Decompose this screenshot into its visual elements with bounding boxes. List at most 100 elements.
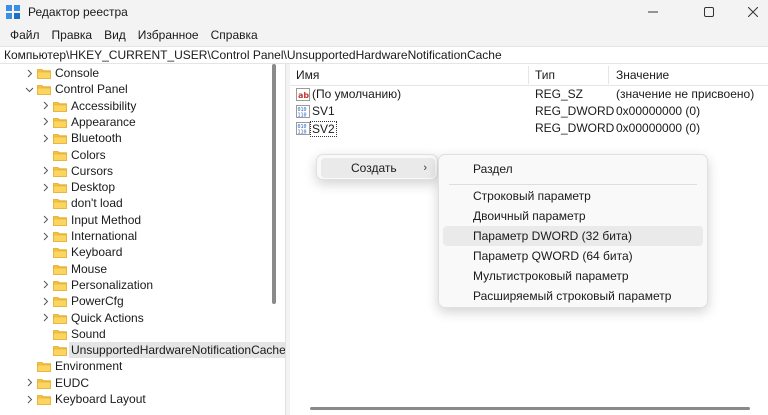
tree-item[interactable]: Cursors [0, 163, 285, 179]
chevron-right-icon[interactable] [40, 182, 50, 192]
tree-item-label: don't load [71, 196, 123, 211]
value-row[interactable]: ab (По умолчанию) REG_SZ (значение не пр… [290, 86, 768, 103]
tree-item[interactable]: Quick Actions [0, 310, 285, 326]
chevron-right-icon: › [423, 162, 427, 174]
tree-item[interactable]: don't load [0, 195, 285, 211]
tree-item[interactable]: Sound [0, 326, 285, 342]
tree-item[interactable]: Desktop [0, 179, 285, 195]
folder-icon [53, 297, 67, 308]
menu-help[interactable]: Справка [205, 24, 264, 46]
folder-icon [37, 378, 51, 389]
tree-item-label: UnsupportedHardwareNotificationCache [69, 342, 285, 359]
folder-icon [37, 395, 51, 405]
maximize-icon [704, 7, 714, 17]
menu-view[interactable]: Вид [98, 24, 132, 46]
submenu-item-binary-value[interactable]: Двоичный параметр [443, 206, 703, 226]
window-title: Редактор реестра [28, 5, 128, 19]
tree-item-label: Bluetooth [71, 131, 122, 146]
column-value-header[interactable]: Значение [610, 64, 669, 86]
maximize-button[interactable] [686, 0, 732, 24]
column-name-header[interactable]: Имя [290, 64, 319, 86]
minimize-icon [648, 11, 658, 13]
binary-value-icon: 010 110 [296, 122, 310, 135]
tree-item-label: Control Panel [55, 82, 128, 97]
folder-icon [53, 183, 67, 193]
tree-item[interactable]: Keyboard [0, 244, 285, 260]
tree-item-label: Colors [71, 147, 106, 162]
tree-item-label: Cursors [71, 163, 114, 178]
tree-item[interactable]: Colors [0, 147, 285, 163]
registry-editor-icon [6, 5, 20, 19]
folder-icon [53, 280, 67, 291]
tree-item[interactable]: Mouse [0, 261, 285, 277]
value-row[interactable]: 010 110 SV2 REG_DWORD 0x00000000 (0) [290, 120, 768, 137]
menu-edit[interactable]: Правка [46, 24, 99, 46]
minimize-button[interactable] [630, 0, 676, 24]
tree-item[interactable]: Appearance [0, 114, 285, 130]
chevron-right-icon[interactable] [40, 280, 50, 290]
list-header: Имя Тип Значение [290, 64, 768, 86]
tree-item-label: Input Method [71, 212, 142, 227]
tree-item[interactable]: EUDC [0, 375, 285, 391]
chevron-right-icon[interactable] [40, 215, 50, 225]
submenu-item-string-value[interactable]: Строковый параметр [443, 186, 703, 206]
chevron-right-icon[interactable] [40, 231, 50, 241]
address-bar[interactable]: Компьютер\HKEY_CURRENT_USER\Control Pane… [0, 46, 768, 64]
submenu-item-qword-value[interactable]: Параметр QWORD (64 бита) [443, 246, 703, 266]
chevron-right-icon[interactable] [24, 68, 34, 78]
tree-scrollbar[interactable] [272, 64, 276, 304]
tree-item-label: Keyboard Layout [55, 392, 146, 406]
svg-text:ab: ab [298, 91, 309, 100]
tree-item[interactable]: Environment [0, 358, 285, 374]
folder-icon [53, 232, 67, 242]
tree-item[interactable]: Control Panel [0, 81, 285, 97]
tree-item-label: Environment [55, 359, 123, 374]
chevron-right-icon[interactable] [40, 296, 50, 306]
tree-item-label: Desktop [71, 180, 116, 195]
string-value-icon: ab [296, 88, 310, 101]
menu-item-create[interactable]: Создать › [321, 158, 435, 178]
close-button[interactable] [730, 0, 768, 24]
menu-file[interactable]: Файл [4, 24, 46, 46]
tree-item[interactable]: Bluetooth [0, 130, 285, 146]
chevron-right-icon[interactable] [40, 166, 50, 176]
submenu-item-dword-value[interactable]: Параметр DWORD (32 бита) [443, 226, 703, 246]
submenu-item-key[interactable]: Раздел [443, 159, 703, 179]
tree-item[interactable]: Input Method [0, 212, 285, 228]
create-submenu: Раздел Строковый параметр Двоичный парам… [438, 154, 708, 308]
folder-icon [37, 85, 51, 96]
folder-icon [37, 362, 51, 373]
column-type-header[interactable]: Тип [529, 64, 555, 86]
folder-icon [53, 199, 67, 210]
tree-item-label: EUDC [55, 375, 90, 390]
chevron-right-icon[interactable] [40, 313, 50, 323]
column-divider[interactable] [608, 66, 609, 84]
tree-item[interactable]: International [0, 228, 285, 244]
tree-item-label: Sound [71, 326, 106, 341]
value-row[interactable]: 010 110 SV1 REG_DWORD 0x00000000 (0) [290, 103, 768, 120]
svg-text:110: 110 [298, 113, 307, 119]
submenu-item-multistring-value[interactable]: Мультистроковый параметр [443, 266, 703, 286]
folder-icon [53, 101, 67, 112]
submenu-item-expandable-string-value[interactable]: Расширяемый строковый параметр [443, 286, 703, 306]
chevron-right-icon[interactable] [24, 394, 34, 404]
tree-item[interactable]: Console [0, 65, 285, 81]
chevron-right-icon[interactable] [40, 133, 50, 143]
tree-item-label: Console [55, 66, 100, 80]
value-name: SV2 [310, 121, 337, 137]
value-data: 0x00000000 (0) [616, 121, 701, 135]
tree-item[interactable]: Keyboard Layout [0, 391, 285, 407]
close-icon [748, 7, 758, 17]
chevron-right-icon[interactable] [40, 117, 50, 127]
title-bar: Редактор реестра [0, 0, 768, 24]
tree-item[interactable]: Personalization [0, 277, 285, 293]
tree-item[interactable]: Accessibility [0, 98, 285, 114]
menu-favorites[interactable]: Избранное [132, 24, 205, 46]
chevron-down-icon[interactable] [24, 84, 34, 94]
value-name: SV1 [312, 104, 335, 118]
chevron-right-icon[interactable] [40, 101, 50, 111]
chevron-right-icon[interactable] [24, 378, 34, 388]
tree-item[interactable]: PowerCfg [0, 293, 285, 309]
tree-item[interactable]: UnsupportedHardwareNotificationCache [0, 342, 285, 359]
horizontal-scrollbar[interactable] [310, 407, 750, 410]
